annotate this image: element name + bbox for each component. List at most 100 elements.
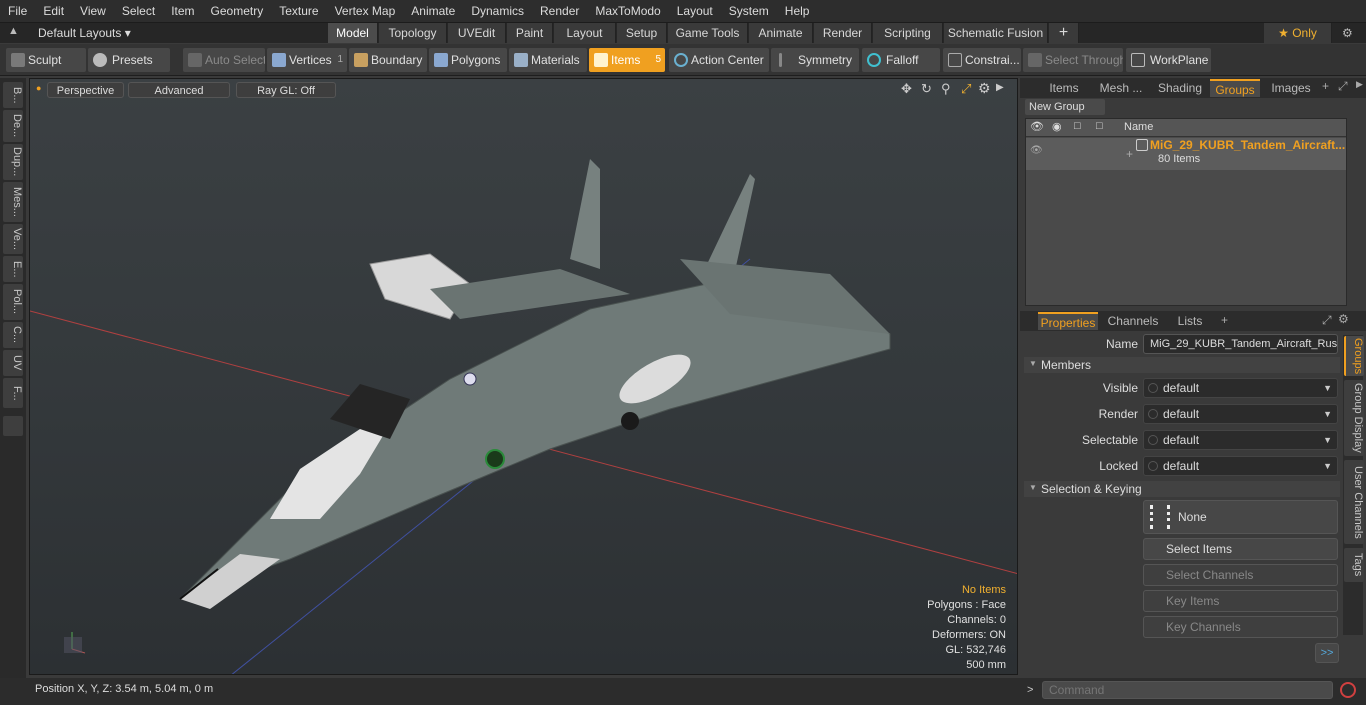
sculpt-button[interactable]: Sculpt [6, 48, 86, 72]
left-tab-uv[interactable]: UV [3, 350, 23, 376]
more-button[interactable]: >> [1315, 643, 1339, 663]
menu-system[interactable]: System [721, 0, 777, 22]
constrain-button[interactable]: Constrai... [943, 48, 1021, 72]
members-collapse-icon[interactable]: ▼ [1029, 359, 1037, 368]
menu-edit[interactable]: Edit [35, 0, 72, 22]
tab-channels[interactable]: Channels [1104, 312, 1162, 330]
selection-collapse-icon[interactable]: ▼ [1029, 483, 1037, 492]
menu-dynamics[interactable]: Dynamics [463, 0, 532, 22]
menu-select[interactable]: Select [114, 0, 163, 22]
workplane-button[interactable]: WorkPlane [1126, 48, 1211, 72]
none-button[interactable]: None [1143, 500, 1338, 534]
left-tab-deform[interactable]: De... [3, 110, 23, 142]
tab-groups[interactable]: Groups [1210, 79, 1260, 97]
tab-schematic-fusion[interactable]: Schematic Fusion [944, 23, 1048, 43]
left-tab-fusion[interactable]: F... [3, 378, 23, 408]
row-visible-icon[interactable]: 👁 [1030, 145, 1043, 156]
tab-animate[interactable]: Animate [749, 23, 813, 43]
menu-file[interactable]: File [0, 0, 35, 22]
eye-icon[interactable]: 👁 [1030, 120, 1044, 133]
select-icon[interactable]: □ [1096, 120, 1103, 132]
vertices-button[interactable]: Vertices 1 [267, 48, 347, 72]
menu-item[interactable]: Item [163, 0, 202, 22]
falloff-button[interactable]: Falloff [862, 48, 940, 72]
action-center-button[interactable]: Action Center [669, 48, 769, 72]
tab-setup[interactable]: Setup [617, 23, 667, 43]
left-tab-basic[interactable]: B... [3, 82, 23, 108]
command-input[interactable] [1042, 681, 1333, 699]
name-field[interactable]: MiG_29_KUBR_Tandem_Aircraft_Russ [1143, 334, 1338, 354]
tab-render[interactable]: Render [814, 23, 872, 43]
menu-layout[interactable]: Layout [669, 0, 721, 22]
tab-mesh[interactable]: Mesh ... [1092, 79, 1150, 97]
side-tab-tags[interactable]: Tags [1344, 548, 1364, 582]
add-props-tab-icon[interactable]: + [1221, 313, 1228, 327]
menu-texture[interactable]: Texture [271, 0, 326, 22]
select-items-button[interactable]: Select Items [1143, 538, 1338, 560]
tab-lists[interactable]: Lists [1166, 312, 1214, 330]
tab-game-tools[interactable]: Game Tools [668, 23, 748, 43]
boundary-button[interactable]: Boundary [349, 48, 427, 72]
layouts-dropdown[interactable]: Default Layouts ▾ [38, 23, 131, 43]
tab-topology[interactable]: Topology [379, 23, 447, 43]
left-tab-extra[interactable] [3, 416, 23, 436]
3d-viewport[interactable]: ● Perspective Advanced Ray GL: Off ✥ ↻ ⚲… [29, 78, 1018, 675]
tab-uvedit[interactable]: UVEdit [448, 23, 506, 43]
left-tab-mesh[interactable]: Mes... [3, 182, 23, 222]
settings-icon[interactable]: ⚙ [1342, 23, 1353, 43]
new-group-button[interactable]: New Group [1025, 99, 1105, 115]
left-tab-curve[interactable]: C... [3, 322, 23, 348]
selectable-dropdown[interactable]: default ▼ [1143, 430, 1338, 450]
key-channels-button[interactable]: Key Channels [1143, 616, 1338, 638]
tab-shading[interactable]: Shading [1152, 79, 1208, 97]
locked-ring-icon [1148, 461, 1158, 471]
side-tab-group-display[interactable]: Group Display [1344, 380, 1364, 456]
items-button[interactable]: Items 5 [589, 48, 665, 72]
side-tab-groups[interactable]: Groups [1344, 336, 1364, 376]
record-icon[interactable] [1340, 682, 1356, 698]
menu-help[interactable]: Help [777, 0, 818, 22]
menu-geometry[interactable]: Geometry [203, 0, 272, 22]
left-tab-vertex[interactable]: Ve... [3, 224, 23, 254]
collapse-icon[interactable]: ▲ [8, 25, 19, 37]
props-settings-icon[interactable]: ⚙ [1338, 312, 1349, 326]
materials-button[interactable]: Materials [509, 48, 587, 72]
panel-maximize-icon[interactable]: ⤢ [1338, 79, 1348, 94]
tab-layout[interactable]: Layout [554, 23, 616, 43]
lock-icon[interactable]: □ [1074, 120, 1081, 132]
props-maximize-icon[interactable]: ⤢ [1322, 313, 1332, 328]
render-dropdown[interactable]: default ▼ [1143, 404, 1338, 424]
add-tab-button[interactable]: + [1049, 23, 1079, 43]
tab-images[interactable]: Images [1264, 79, 1318, 97]
visible-dropdown[interactable]: default ▼ [1143, 378, 1338, 398]
left-tab-polygon[interactable]: Pol... [3, 284, 23, 320]
tab-model[interactable]: Model [328, 23, 378, 43]
side-tab-user-channels[interactable]: User Channels [1344, 460, 1364, 544]
select-channels-button[interactable]: Select Channels [1143, 564, 1338, 586]
tab-items[interactable]: Items [1040, 79, 1088, 97]
locked-dropdown[interactable]: default ▼ [1143, 456, 1338, 476]
key-items-button[interactable]: Key Items [1143, 590, 1338, 612]
left-tab-duplicate[interactable]: Dup... [3, 144, 23, 180]
menu-maxtomodo[interactable]: MaxToModo [587, 0, 668, 22]
left-tab-edge[interactable]: E... [3, 256, 23, 282]
group-name[interactable]: MiG_29_KUBR_Tandem_Aircraft... [1150, 138, 1345, 152]
select-through-button[interactable]: Select Through [1023, 48, 1123, 72]
tab-properties[interactable]: Properties [1038, 312, 1098, 330]
tab-paint[interactable]: Paint [507, 23, 553, 43]
add-panel-tab-icon[interactable]: + [1322, 79, 1329, 93]
menu-render[interactable]: Render [532, 0, 587, 22]
panel-expand-icon[interactable]: ▶ [1356, 79, 1363, 90]
presets-icon [93, 53, 107, 67]
presets-button[interactable]: Presets [88, 48, 170, 72]
symmetry-button[interactable]: Symmetry [771, 48, 859, 72]
render-icon[interactable]: ◉ [1052, 120, 1062, 133]
only-toggle[interactable]: ★ Only [1264, 23, 1332, 43]
menu-vertex-map[interactable]: Vertex Map [327, 0, 404, 22]
expand-group-icon[interactable]: + [1126, 147, 1133, 161]
auto-select-button[interactable]: Auto Select [183, 48, 265, 72]
polygons-button[interactable]: Polygons [429, 48, 507, 72]
menu-animate[interactable]: Animate [403, 0, 463, 22]
tab-scripting[interactable]: Scripting [873, 23, 943, 43]
menu-view[interactable]: View [72, 0, 114, 22]
